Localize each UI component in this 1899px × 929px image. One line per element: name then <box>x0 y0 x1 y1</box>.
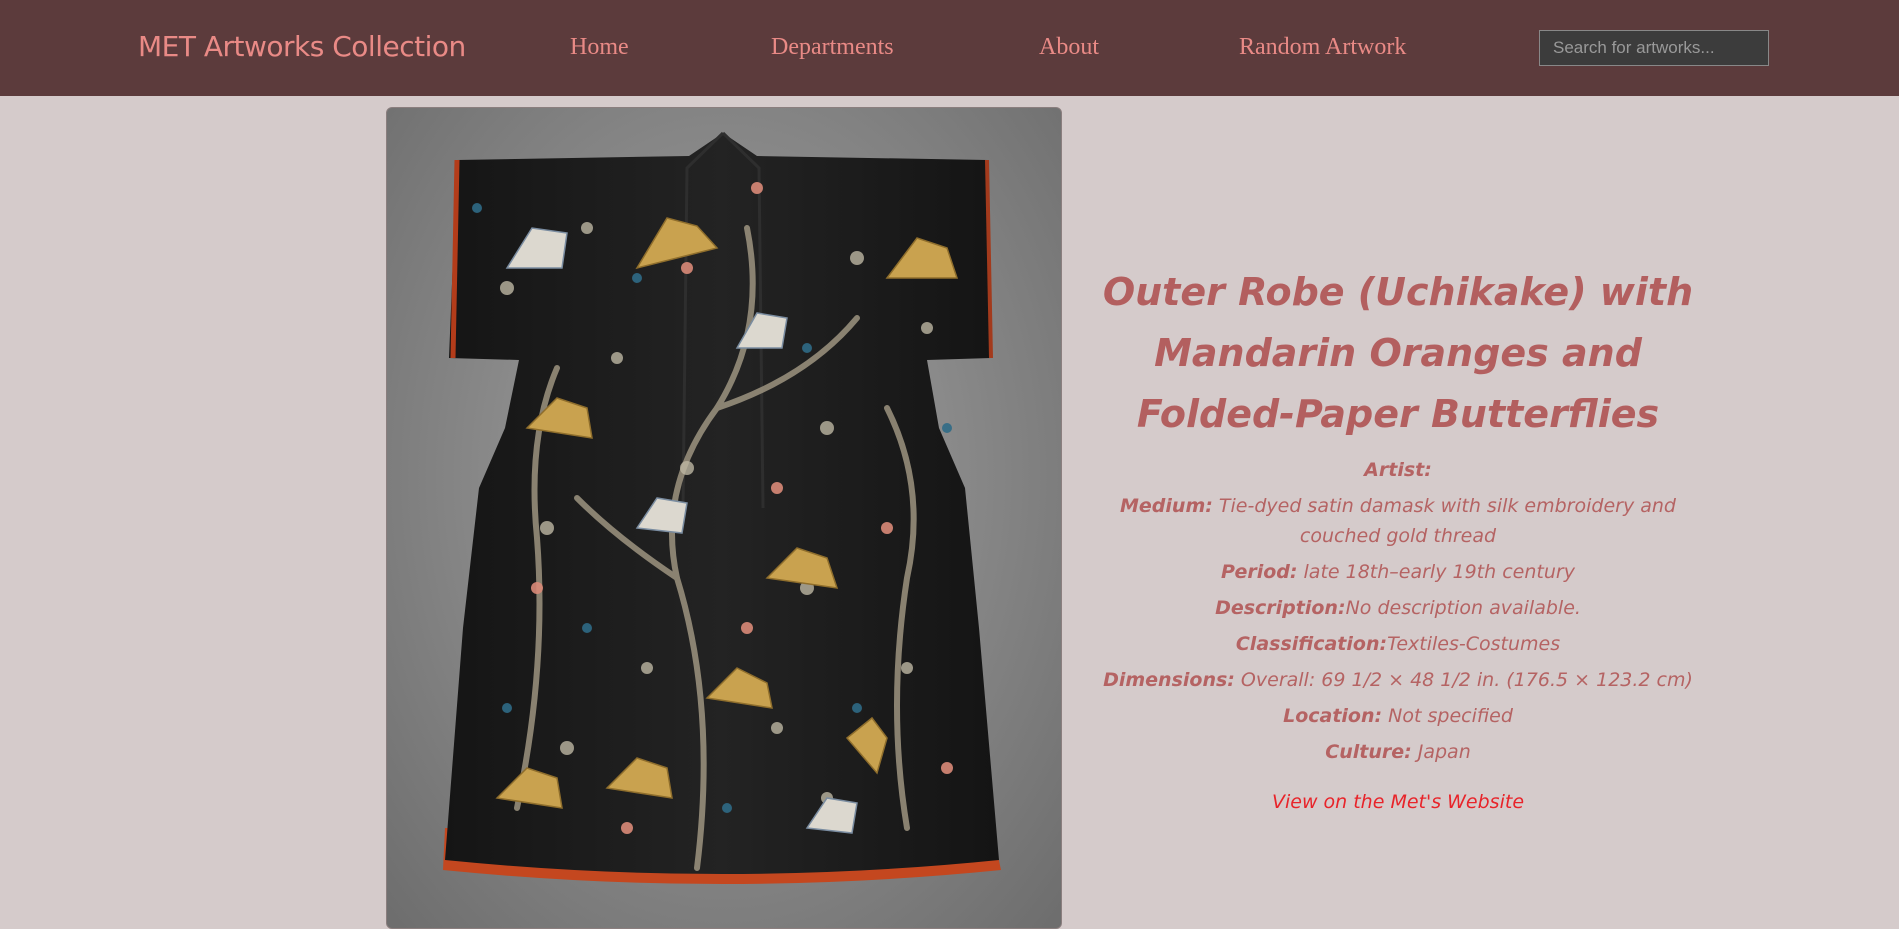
artist-row: Artist: <box>1098 455 1698 485</box>
search-input[interactable] <box>1539 30 1769 66</box>
field-value: Textiles-Costumes <box>1387 633 1561 655</box>
field-value: Japan <box>1411 741 1471 763</box>
location-row: Location: Not specified <box>1098 701 1698 731</box>
artwork-title: Outer Robe (Uchikake) with Mandarin Oran… <box>1102 270 1694 436</box>
description-row: Description:No description available. <box>1098 593 1698 623</box>
nav-random-artwork[interactable]: Random Artwork <box>1239 34 1406 61</box>
field-label: Dimensions: <box>1103 669 1235 691</box>
dimensions-row: Dimensions: Overall: 69 1/2 × 48 1/2 in.… <box>1098 665 1698 695</box>
field-label: Medium: <box>1120 495 1213 517</box>
nav-about[interactable]: About <box>1039 34 1099 61</box>
field-label: Culture: <box>1325 741 1412 763</box>
field-value: Overall: 69 1/2 × 48 1/2 in. (176.5 × 12… <box>1234 669 1693 691</box>
period-row: Period: late 18th–early 19th century <box>1098 557 1698 587</box>
nav-home[interactable]: Home <box>570 34 629 61</box>
met-website-link[interactable]: View on the Met's Website <box>1272 791 1524 813</box>
culture-row: Culture: Japan <box>1098 737 1698 767</box>
field-label: Description: <box>1215 597 1346 619</box>
classification-row: Classification:Textiles-Costumes <box>1098 629 1698 659</box>
field-label: Location: <box>1283 705 1383 727</box>
field-label: Classification: <box>1235 633 1388 655</box>
field-label: Artist: <box>1364 459 1432 481</box>
artwork-details: Outer Robe (Uchikake) with Mandarin Oran… <box>1098 262 1698 813</box>
field-label: Period: <box>1221 561 1298 583</box>
field-value: No description available. <box>1345 597 1581 619</box>
nav-departments[interactable]: Departments <box>771 34 894 61</box>
kimono-image <box>443 131 1001 884</box>
site-brand[interactable]: MET Artworks Collection <box>138 30 466 63</box>
medium-row: Medium: Tie-dyed satin damask with silk … <box>1098 491 1698 551</box>
field-value: Tie-dyed satin damask with silk embroide… <box>1212 495 1676 547</box>
site-header: MET Artworks Collection Home Departments… <box>0 0 1899 96</box>
field-value: Not specified <box>1382 705 1513 727</box>
artwork-image <box>386 107 1062 929</box>
field-value: late 18th–early 19th century <box>1297 561 1575 583</box>
